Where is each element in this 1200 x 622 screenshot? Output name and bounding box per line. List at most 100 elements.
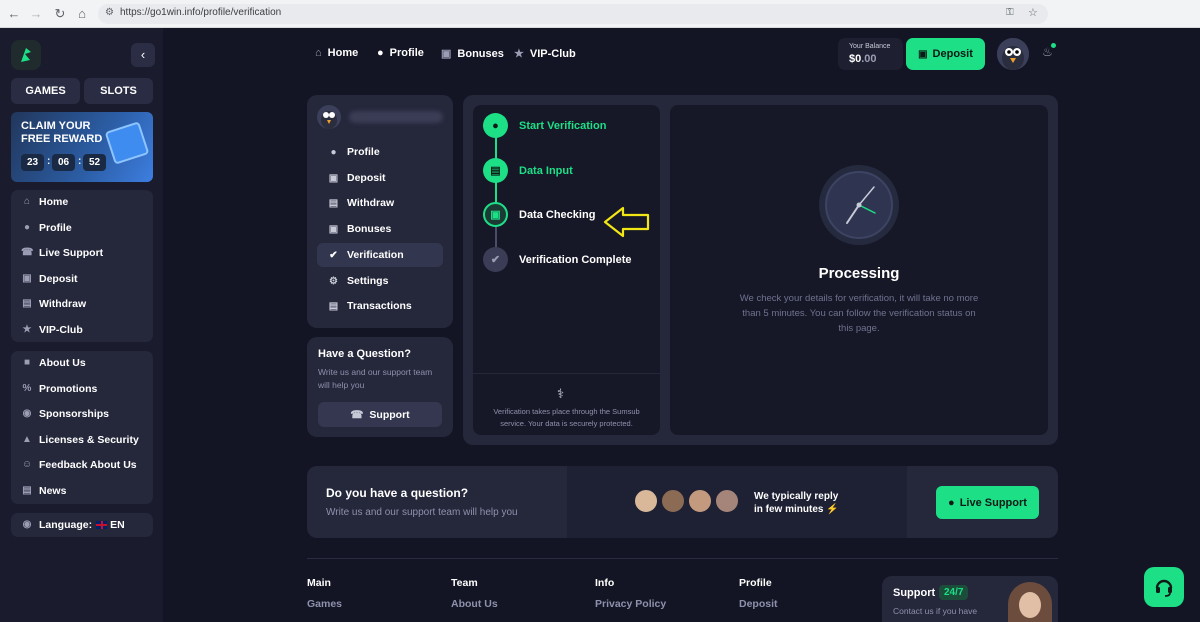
steps-panel: ● Start Verification ▤ Data Input ▣ Data… [473,105,660,435]
user-icon: ● [377,47,384,59]
sidebar-item-label: Live Support [39,247,104,259]
topnav-vip-club[interactable]: ★ VIP-Club [514,47,576,61]
sidebar-item-sponsorships[interactable]: ◉ Sponsorships [21,405,109,423]
free-reward-banner[interactable]: CLAIM YOUR FREE REWARD 23 : 06 : 52 [11,112,153,182]
form-icon: ▤ [483,158,508,183]
headset-icon: ☎ [21,247,34,258]
games-tab[interactable]: GAMES [11,78,80,104]
processing-title: Processing [818,265,900,282]
sidebar-item-licenses[interactable]: ▲ Licenses & Security [21,431,139,449]
reload-icon[interactable]: ↻ [52,6,68,22]
question-card-text: Write us and our support team will help … [318,367,433,390]
balance-value: $0.00 [849,53,877,65]
support-card-title: Support [893,587,936,599]
sidebar-item-label: Deposit [39,273,78,285]
address-bar[interactable]: ⚙ https://go1win.info/profile/verificati… [98,4,1048,24]
cart-icon: ▤ [22,298,32,309]
url-text[interactable]: https://go1win.info/profile/verification [120,7,281,18]
site-settings-icon[interactable]: ⚙ [105,7,114,18]
sidebar-item-deposit[interactable]: ▣ Deposit [21,270,78,288]
brand-logo[interactable] [11,40,41,70]
key-icon[interactable]: ⚿ [1006,7,1014,18]
balance-label: Your Balance [849,43,891,50]
chat-widget-button[interactable] [1144,567,1184,607]
profile-menu-item[interactable]: ⚙ Settings [328,272,388,290]
user-icon: ● [330,146,337,158]
support-banner-subtitle: Write us and our support team will help … [326,507,518,518]
footer-link[interactable]: About Us [451,598,498,610]
feedback-icon: ☺ [21,459,33,470]
agent-avatar [633,488,659,514]
topnav-profile[interactable]: ● Profile [377,47,424,59]
home-icon[interactable]: ⌂ [74,6,90,22]
profile-menu-item[interactable]: ▤ Withdraw [328,194,394,212]
home-icon: ⌂ [23,196,31,207]
timer-separator: : [47,156,51,167]
sidebar-item-withdraw[interactable]: ▤ Withdraw [21,295,86,313]
footer-column-team: Team About Us [451,577,498,610]
sidebar-item-home[interactable]: ⌂ Home [21,193,68,211]
user-avatar[interactable] [997,38,1029,70]
back-arrow-icon[interactable]: ← [6,6,22,22]
footer-column-info: Info Privacy Policy [595,577,667,610]
processing-panel: Processing We check your details for ver… [670,105,1048,435]
question-card-title: Have a Question? [318,348,411,360]
sidebar-item-label: VIP-Club [39,324,83,336]
forward-arrow-icon[interactable]: → [28,6,44,22]
star-icon: ★ [22,324,32,335]
sidebar-item-feedback[interactable]: ☺ Feedback About Us [21,456,137,474]
profile-menu-item[interactable]: ▣ Bonuses [328,220,392,238]
headset-icon [1155,579,1173,597]
profile-menu-item[interactable]: ▤ Transactions [328,297,412,315]
language-item[interactable]: ◉ Language: EN [21,516,125,534]
gift-icon: ▣ [441,48,452,60]
footer-link[interactable]: Privacy Policy [595,598,666,610]
slots-tab[interactable]: SLOTS [84,78,153,104]
timer-seconds: 52 [83,154,106,171]
notifications-bell-icon[interactable]: ♨ [1042,43,1056,59]
sidebar-item-promotions[interactable]: % Promotions [21,380,98,398]
footer-link[interactable]: Deposit [739,598,778,610]
transactions-icon: ▤ [328,300,339,312]
sidebar-item-about-us[interactable]: ■ About Us [21,354,86,372]
collapse-sidebar-button[interactable]: ‹ [131,43,155,67]
support-card-text: Contact us if you have [893,606,978,616]
sidebar: ‹ GAMES SLOTS CLAIM YOUR FREE REWARD 23 … [0,28,163,622]
wallet-icon: ▣ [328,172,339,184]
question-card: Have a Question? Write us and our suppor… [307,337,453,437]
profile-menu-item-verification[interactable]: ✔ Verification [328,246,403,264]
star-icon: ★ [514,48,524,60]
sidebar-item-vip-club[interactable]: ★ VIP-Club [21,321,83,339]
blurred-username [349,111,443,123]
agent-avatar [714,488,740,514]
language-selector[interactable]: ◉ Language: EN [11,513,153,537]
uk-flag-icon [96,521,108,529]
profile-menu-item[interactable]: ▣ Deposit [328,169,386,187]
balance-widget[interactable]: Your Balance $0.00 [838,38,903,70]
cart-icon: ▤ [328,197,339,209]
sidebar-item-profile[interactable]: ● Profile [21,219,72,237]
bookmark-star-icon[interactable]: ☆ [1028,6,1038,19]
profile-avatar [317,105,341,129]
support-button[interactable]: ☎ Support [318,402,442,427]
step-data-input: ▤ Data Input [483,158,573,183]
topnav-home[interactable]: ⌂ Home [315,47,358,59]
sidebar-item-news[interactable]: ▤ News [21,482,66,500]
sidebar-item-label: About Us [39,357,86,369]
check-badge-icon: ✔ [483,247,508,272]
sidebar-item-label: Sponsorships [39,408,110,420]
profile-menu-item[interactable]: ● Profile [328,143,379,161]
browser-toolbar: ← → ↻ ⌂ ⚙ https://go1win.info/profile/ve… [0,0,1200,28]
language-value: EN [110,519,125,531]
sumsub-logo-icon: ⚕ [557,386,565,401]
live-support-button[interactable]: ● Live Support [936,486,1039,519]
sidebar-item-label: Licenses & Security [39,434,139,446]
footer-link[interactable]: Games [307,598,342,610]
sidebar-item-live-support[interactable]: ☎ Live Support [21,244,103,262]
check-circle-icon: ✔ [329,249,338,261]
info-menu: ■ About Us % Promotions ◉ Sponsorships ▲ Lic… [11,351,153,504]
topnav-bonuses[interactable]: ▣ Bonuses [441,47,504,61]
user-icon: ● [23,222,31,233]
support-card[interactable]: Support 24/7 Contact us if you have [882,576,1058,622]
deposit-button[interactable]: ▣ Deposit [906,38,985,70]
